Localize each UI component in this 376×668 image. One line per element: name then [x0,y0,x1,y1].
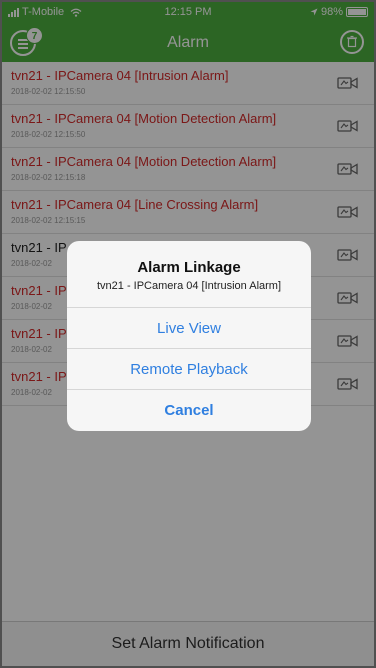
dialog-subtitle: tvn21 - IPCamera 04 [Intrusion Alarm] [96,280,282,292]
live-view-button[interactable]: Live View [67,308,311,349]
remote-playback-button[interactable]: Remote Playback [67,349,311,390]
cancel-button[interactable]: Cancel [67,390,311,431]
alarm-linkage-dialog: Alarm Linkage tvn21 - IPCamera 04 [Intru… [67,241,311,431]
dialog-title: Alarm Linkage [137,259,241,276]
dialog-header: Alarm Linkage tvn21 - IPCamera 04 [Intru… [67,241,311,308]
